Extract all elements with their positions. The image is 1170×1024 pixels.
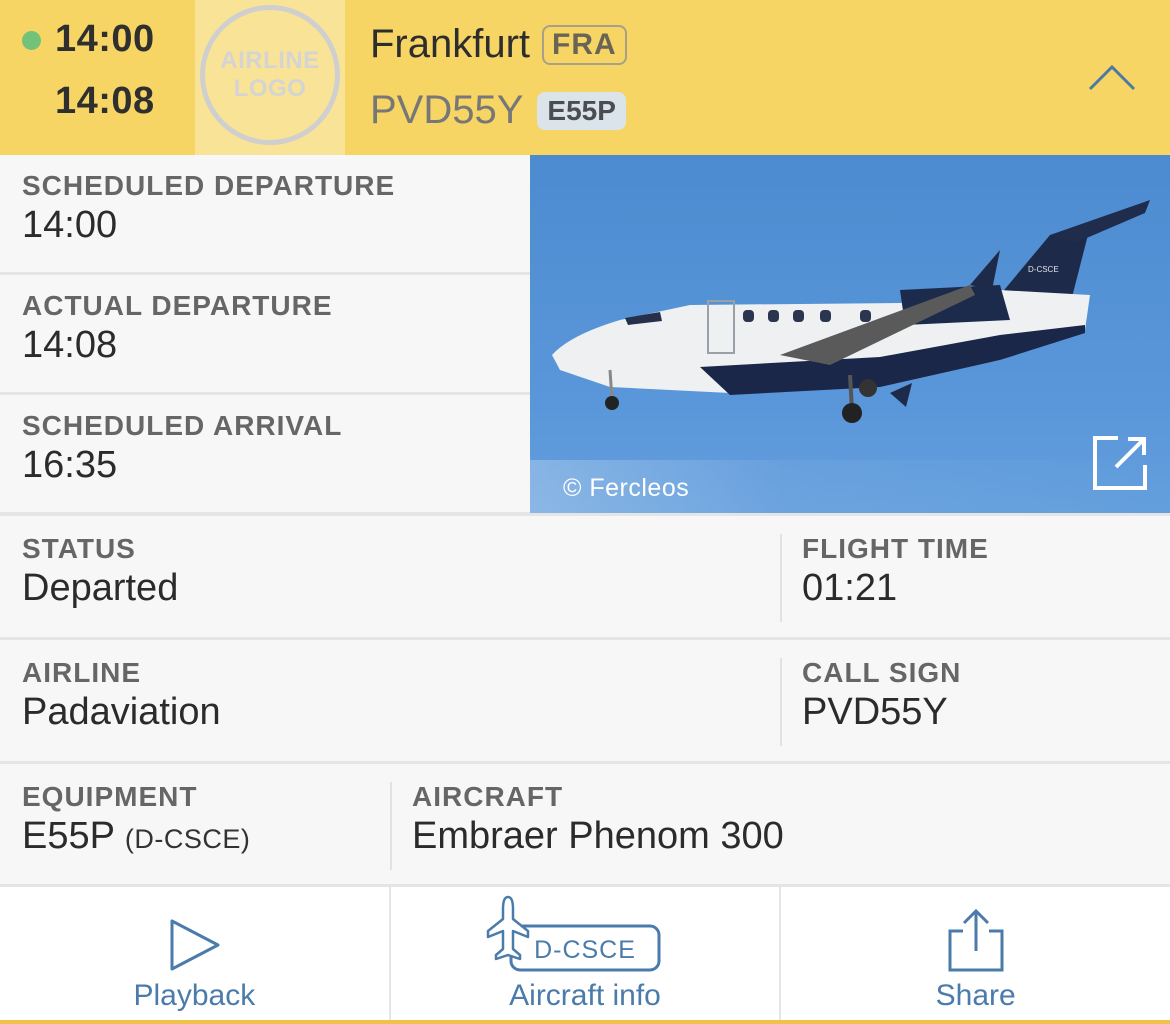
scheduled-arrival: SCHEDULED ARRIVAL 16:35 <box>0 395 530 515</box>
flight-time-value: 01:21 <box>802 567 898 609</box>
call-sign-value: PVD55Y <box>802 691 948 733</box>
flight-time-label: FLIGHT TIME <box>802 533 989 564</box>
flight-number: PVD55Y <box>370 88 524 132</box>
photo-credit[interactable]: © Fercleos <box>563 474 689 503</box>
destination-name: Frankfurt <box>370 22 531 66</box>
actual-departure-value: 14:08 <box>22 324 118 366</box>
flight-header[interactable]: 14:00 14:08 AIRLINE LOGO Frankfurt FRA P… <box>0 0 1170 155</box>
status-cell: STATUS Departed <box>0 516 780 637</box>
equipment-value: E55P <box>22 815 115 857</box>
equipment-row: EQUIPMENT E55P (D-CSCE) AIRCRAFT Embraer… <box>0 761 1170 885</box>
aircraft-cell: AIRCRAFT Embraer Phenom 300 <box>390 764 784 885</box>
equipment-label: EQUIPMENT <box>22 781 198 812</box>
equipment-value-wrap: E55P (D-CSCE) <box>22 815 390 858</box>
share-button[interactable]: Share <box>781 887 1170 1020</box>
play-icon <box>170 919 220 971</box>
status-value: Departed <box>22 567 179 609</box>
aircraft-registration-icon: D-CSCE <box>486 895 661 972</box>
aircraft-info-label: Aircraft info <box>509 979 661 1012</box>
airline-value: Padaviation <box>22 691 221 733</box>
logo-text-line2: LOGO <box>233 75 307 102</box>
airline-row: AIRLINE Padaviation CALL SIGN PVD55Y <box>0 637 1170 761</box>
tail-registration: D-CSCE <box>1028 265 1059 274</box>
scheduled-arrival-label: SCHEDULED ARRIVAL <box>22 410 343 441</box>
scheduled-arrival-value: 16:35 <box>22 444 118 486</box>
destination: Frankfurt FRA <box>370 22 627 67</box>
playback-label: Playback <box>133 979 256 1012</box>
aircraft-registration-badge: D-CSCE <box>534 936 636 964</box>
action-bar: Playback D-CSCE Aircraft info Share <box>0 884 1170 1024</box>
chevron-up-icon[interactable] <box>1088 62 1136 92</box>
scheduled-departure-label: SCHEDULED DEPARTURE <box>22 170 396 201</box>
call-sign-cell: CALL SIGN PVD55Y <box>780 640 961 761</box>
airline-logo: AIRLINE LOGO <box>195 0 345 155</box>
actual-departure: ACTUAL DEPARTURE 14:08 <box>0 275 530 395</box>
share-icon <box>948 908 1004 972</box>
status-dot <box>22 31 41 50</box>
airline-cell: AIRLINE Padaviation <box>0 640 780 761</box>
aircraft-photo[interactable]: D-CSCE © Fercleos <box>530 155 1170 515</box>
equipment-cell: EQUIPMENT E55P (D-CSCE) <box>0 764 390 885</box>
status-label: STATUS <box>22 533 136 564</box>
airline-label: AIRLINE <box>22 657 141 688</box>
equipment-registration: (D-CSCE) <box>124 824 251 854</box>
logo-text-line1: AIRLINE <box>220 47 320 74</box>
aircraft-type-badge: E55P <box>537 91 626 130</box>
airline-logo-placeholder: AIRLINE LOGO <box>200 5 340 145</box>
flight-info: PVD55Y E55P <box>370 88 626 133</box>
status-row: STATUS Departed FLIGHT TIME 01:21 <box>0 513 1170 637</box>
destination-code-badge: FRA <box>542 24 627 65</box>
header-scheduled-time: 14:00 <box>55 18 155 60</box>
scheduled-departure-value: 14:00 <box>22 204 118 246</box>
aircraft-value: Embraer Phenom 300 <box>412 815 784 857</box>
scheduled-departure: SCHEDULED DEPARTURE 14:00 <box>0 155 530 275</box>
external-link-icon[interactable] <box>1092 435 1148 491</box>
playback-button[interactable]: Playback <box>0 887 391 1020</box>
header-actual-time: 14:08 <box>55 80 155 122</box>
share-label: Share <box>935 979 1016 1012</box>
time-details: SCHEDULED DEPARTURE 14:00 ACTUAL DEPARTU… <box>0 155 530 515</box>
actual-departure-label: ACTUAL DEPARTURE <box>22 290 333 321</box>
header-times: 14:00 14:08 <box>0 0 195 155</box>
aircraft-info-button[interactable]: D-CSCE Aircraft info <box>391 887 782 1020</box>
call-sign-label: CALL SIGN <box>802 657 962 688</box>
aircraft-label: AIRCRAFT <box>412 781 564 812</box>
flight-time-cell: FLIGHT TIME 01:21 <box>780 516 989 637</box>
